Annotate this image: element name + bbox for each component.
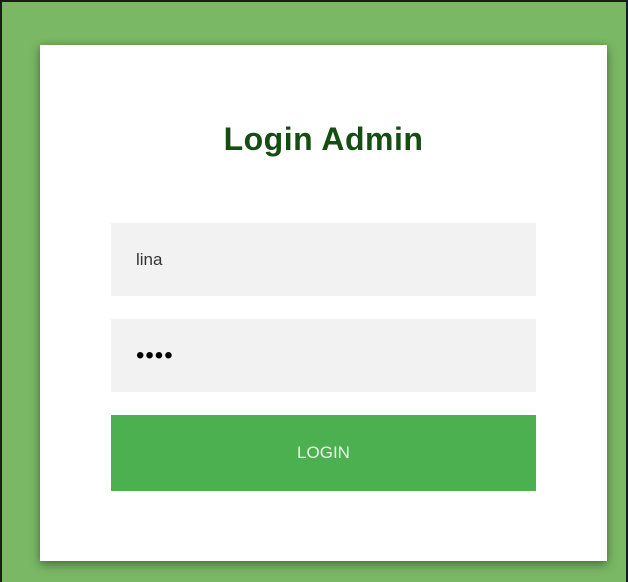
login-title: Login Admin [223, 121, 424, 157]
login-button[interactable]: LOGIN [111, 415, 536, 491]
password-input[interactable] [111, 319, 536, 392]
username-input[interactable] [111, 223, 536, 296]
login-card: Login Admin LOGIN [40, 45, 607, 561]
page-background: Login Admin LOGIN [0, 0, 628, 582]
